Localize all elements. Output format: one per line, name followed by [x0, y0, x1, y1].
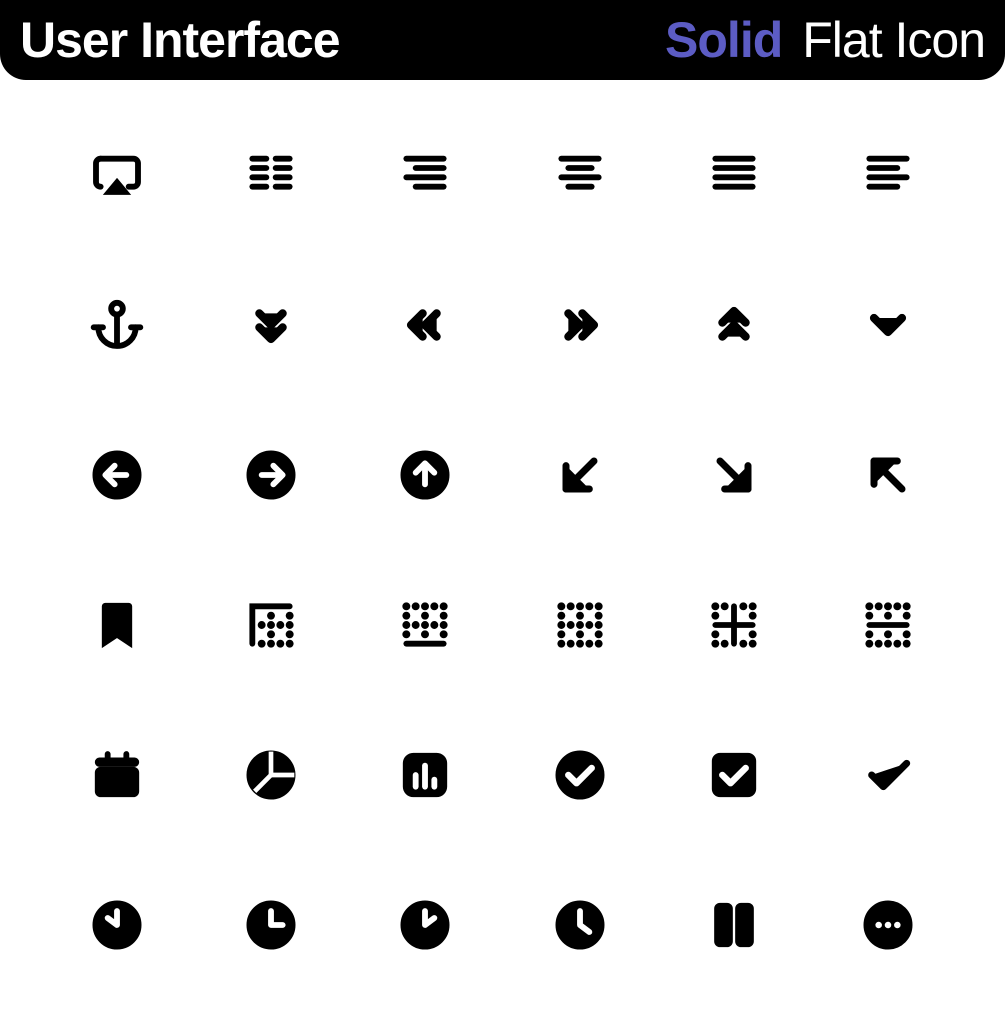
check-circle-icon — [503, 700, 657, 850]
clock-3-icon — [194, 850, 348, 1000]
header-title: User Interface — [20, 11, 340, 69]
arrow-down-right-icon — [657, 400, 811, 550]
arrow-down-left-icon — [503, 400, 657, 550]
chevron-down-icon — [811, 250, 965, 400]
chevrons-left-icon — [348, 250, 502, 400]
header-solid-label: Solid — [665, 11, 782, 69]
border-none-icon — [503, 550, 657, 700]
align-right-icon — [348, 100, 502, 250]
airplay-icon — [40, 100, 194, 250]
border-horizontal-icon — [811, 550, 965, 700]
icon-grid — [0, 80, 1005, 1020]
border-top-left-icon — [194, 550, 348, 700]
align-left-icon — [811, 100, 965, 250]
message-circle-icon — [811, 850, 965, 1000]
arrow-left-circle-icon — [40, 400, 194, 550]
pie-chart-icon — [194, 700, 348, 850]
clock-2-icon — [348, 850, 502, 1000]
bar-chart-icon — [348, 700, 502, 850]
chevrons-right-icon — [503, 250, 657, 400]
check-icon — [811, 700, 965, 850]
clock-10-icon — [40, 850, 194, 1000]
anchor-icon — [40, 250, 194, 400]
arrow-up-circle-icon — [348, 400, 502, 550]
header-bar: User Interface Solid Flat Icon — [0, 0, 1005, 80]
header-flat-label: Flat Icon — [802, 11, 985, 69]
arrow-right-circle-icon — [194, 400, 348, 550]
arrow-up-left-icon — [811, 400, 965, 550]
check-square-icon — [657, 700, 811, 850]
chevrons-down-icon — [194, 250, 348, 400]
bookmark-icon — [40, 550, 194, 700]
align-justify-icon — [657, 100, 811, 250]
border-bottom-icon — [348, 550, 502, 700]
columns-icon — [657, 850, 811, 1000]
align-center-icon — [503, 100, 657, 250]
clock-4-icon — [503, 850, 657, 1000]
chevrons-up-icon — [657, 250, 811, 400]
border-inner-icon — [657, 550, 811, 700]
columns-text-icon — [194, 100, 348, 250]
calendar-icon — [40, 700, 194, 850]
